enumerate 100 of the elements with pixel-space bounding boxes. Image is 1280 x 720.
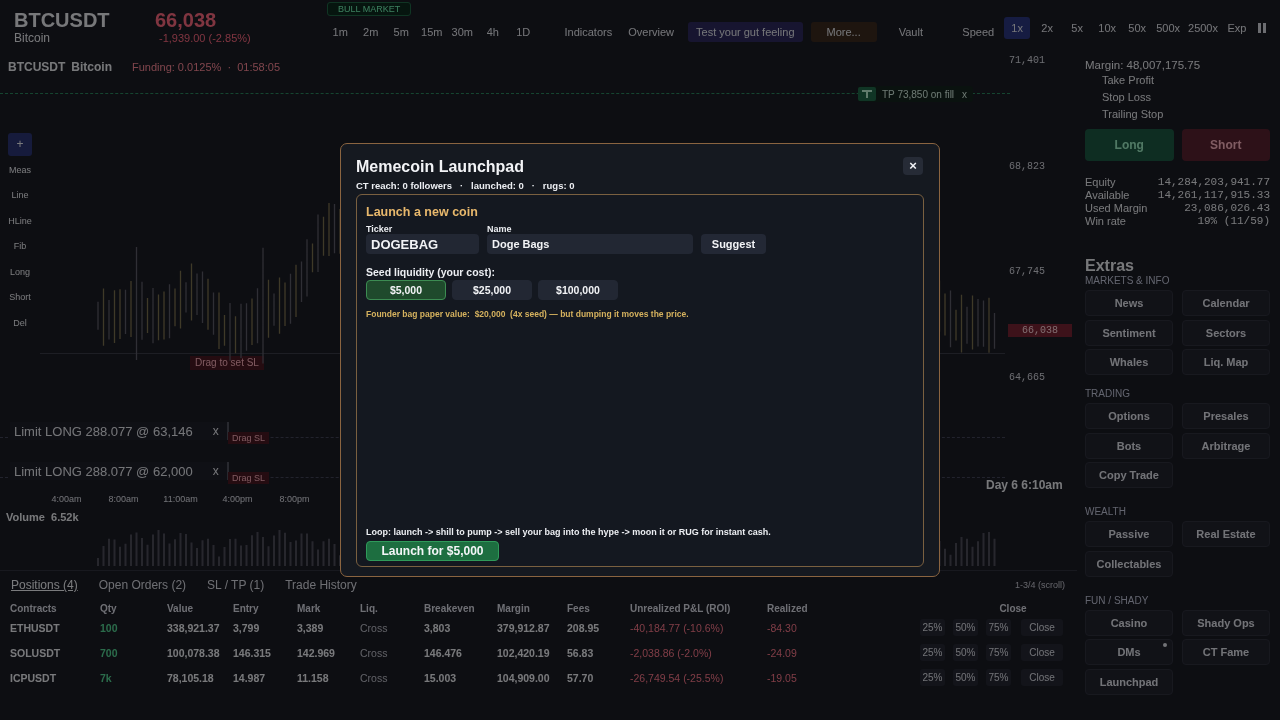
feature-button[interactable]: Liq. Map	[1182, 349, 1270, 375]
feature-button[interactable]: Collectables	[1085, 550, 1173, 577]
feature-button[interactable]: Presales	[1182, 403, 1270, 429]
nav-button[interactable]: Indicators	[562, 22, 615, 42]
drawing-tool[interactable]: Del	[8, 311, 32, 334]
stop-loss-handle[interactable]: Drag to set SL	[190, 356, 264, 370]
speed-button[interactable]: 500x	[1154, 17, 1182, 39]
feature-button[interactable]: Passive	[1085, 521, 1173, 547]
table-cell: 3,799	[233, 621, 260, 634]
feature-button[interactable]: Options	[1085, 403, 1173, 429]
feature-button[interactable]: Whales	[1085, 349, 1173, 375]
field-label: Name	[487, 224, 512, 234]
stop-loss-handle[interactable]: Drag SL	[228, 432, 270, 444]
seed-amount-button[interactable]: $25,000	[452, 280, 532, 300]
drawing-tool[interactable]: Fib	[8, 235, 32, 258]
seed-amount-button[interactable]: $100,000	[538, 280, 618, 300]
order-text: Limit LONG 288.077 @ 63,146	[14, 423, 193, 439]
stop-loss-handle[interactable]: Drag SL	[228, 472, 270, 484]
order-option[interactable]: Stop Loss	[1085, 89, 1151, 106]
speed-button[interactable]: 50x	[1124, 17, 1151, 39]
column-header: Breakeven	[424, 602, 476, 614]
column-header: Mark	[297, 602, 322, 614]
order-text: Limit LONG 288.077 @ 62,000	[14, 463, 193, 479]
feature-button[interactable]: Real Estate	[1182, 521, 1270, 547]
table-cell: Cross	[360, 621, 388, 634]
positions-tab[interactable]: SL / TP (1)	[207, 578, 265, 592]
partial-close-button[interactable]: 50%	[953, 619, 978, 636]
speed-button[interactable]: 10x	[1094, 17, 1121, 39]
feature-button[interactable]: Launchpad	[1085, 668, 1173, 695]
suggest-button[interactable]: Suggest	[701, 234, 766, 254]
drawing-tool[interactable]: +	[8, 133, 32, 156]
nav-button[interactable]: More...	[810, 22, 877, 42]
partial-close-button[interactable]: 75%	[986, 619, 1011, 636]
column-header: Qty	[100, 602, 118, 614]
partial-close-button[interactable]: 25%	[920, 669, 945, 686]
partial-close-button[interactable]: 75%	[986, 669, 1011, 686]
speed-label: Speed	[962, 25, 995, 38]
order-option[interactable]: Trailing Stop	[1085, 106, 1164, 123]
positions-tab[interactable]: Positions (4)	[11, 578, 78, 592]
feature-button[interactable]: DMs	[1085, 639, 1173, 665]
short-button[interactable]: Short	[1181, 129, 1270, 161]
game-clock: Day 6 6:10am	[986, 478, 1063, 492]
timeframe-button[interactable]: 2m	[355, 26, 386, 38]
feature-button[interactable]: Shady Ops	[1182, 609, 1270, 636]
cancel-button[interactable]: x	[208, 464, 223, 478]
partial-close-button[interactable]: 25%	[920, 619, 945, 636]
speed-button[interactable]: 2x	[1034, 17, 1061, 39]
nav-button[interactable]: Vault	[896, 22, 925, 42]
text-field[interactable]: DOGEBAG	[366, 234, 479, 254]
text-field[interactable]: Doge Bags	[487, 234, 693, 254]
speed-button[interactable]: 5x	[1064, 17, 1091, 39]
timeframe-button[interactable]: 15m	[416, 26, 447, 38]
partial-close-button[interactable]: 25%	[920, 644, 945, 661]
close-button[interactable]: ×	[903, 156, 923, 175]
cancel-button[interactable]: x	[960, 88, 970, 100]
positions-tab[interactable]: Open Orders (2)	[98, 578, 187, 592]
timeframe-button[interactable]: 1D	[508, 26, 539, 38]
nav-button[interactable]: Overview	[626, 22, 677, 42]
stat-label: Equity	[1085, 175, 1116, 188]
feature-button[interactable]: Arbitrage	[1182, 432, 1270, 459]
long-button[interactable]: Long	[1085, 129, 1174, 161]
nav-button[interactable]: Test your gut feeling	[688, 22, 803, 42]
timeframe-button[interactable]: 1m	[325, 26, 356, 38]
table-cell: SOLUSDT	[10, 646, 61, 659]
chart-symbol: BTCUSDT	[8, 60, 66, 74]
feature-button[interactable]: CT Fame	[1182, 639, 1270, 665]
feature-button[interactable]: Sectors	[1182, 319, 1270, 346]
drawing-tool[interactable]: Line	[8, 184, 32, 207]
order-option[interactable]: Take Profit	[1085, 72, 1154, 89]
drawing-tool[interactable]: Long	[8, 260, 32, 283]
timeframe-button[interactable]: 4h	[477, 26, 508, 38]
speed-button[interactable]: Exp	[1224, 17, 1250, 39]
volume-label: Volume 6.52k	[6, 511, 79, 523]
drawing-tool[interactable]: HLine	[8, 209, 32, 232]
drawing-tool[interactable]: Short	[8, 286, 32, 309]
feature-button[interactable]: Calendar	[1182, 290, 1270, 316]
close-position-button[interactable]: Close	[1021, 669, 1063, 686]
drawing-tool[interactable]: Meas	[8, 158, 32, 181]
close-position-button[interactable]: Close	[1021, 644, 1063, 661]
pause-icon[interactable]	[1258, 23, 1266, 33]
positions-tab[interactable]: Trade History	[285, 578, 357, 592]
feature-button[interactable]: Copy Trade	[1085, 462, 1173, 488]
feature-button[interactable]: Casino	[1085, 609, 1173, 636]
feature-button[interactable]: Sentiment	[1085, 319, 1173, 346]
partial-close-button[interactable]: 75%	[986, 644, 1011, 661]
timeframe-button[interactable]: 30m	[447, 26, 478, 38]
speed-button[interactable]: 2500x	[1186, 17, 1220, 39]
seed-amount-button[interactable]: $5,000	[366, 280, 446, 300]
launch-button[interactable]: Launch for $5,000	[366, 541, 499, 561]
table-cell: 102,420.19	[497, 646, 550, 659]
feature-button[interactable]: Bots	[1085, 432, 1173, 459]
speed-button[interactable]: 1x	[1004, 17, 1031, 39]
close-position-button[interactable]: Close	[1021, 619, 1063, 636]
table-cell: 7k	[100, 671, 112, 684]
cancel-button[interactable]: x	[208, 424, 223, 438]
partial-close-button[interactable]: 50%	[953, 644, 978, 661]
partial-close-button[interactable]: 50%	[953, 669, 978, 686]
table-cell: 146.315	[233, 646, 271, 659]
timeframe-button[interactable]: 5m	[386, 26, 417, 38]
feature-button[interactable]: News	[1085, 290, 1173, 316]
